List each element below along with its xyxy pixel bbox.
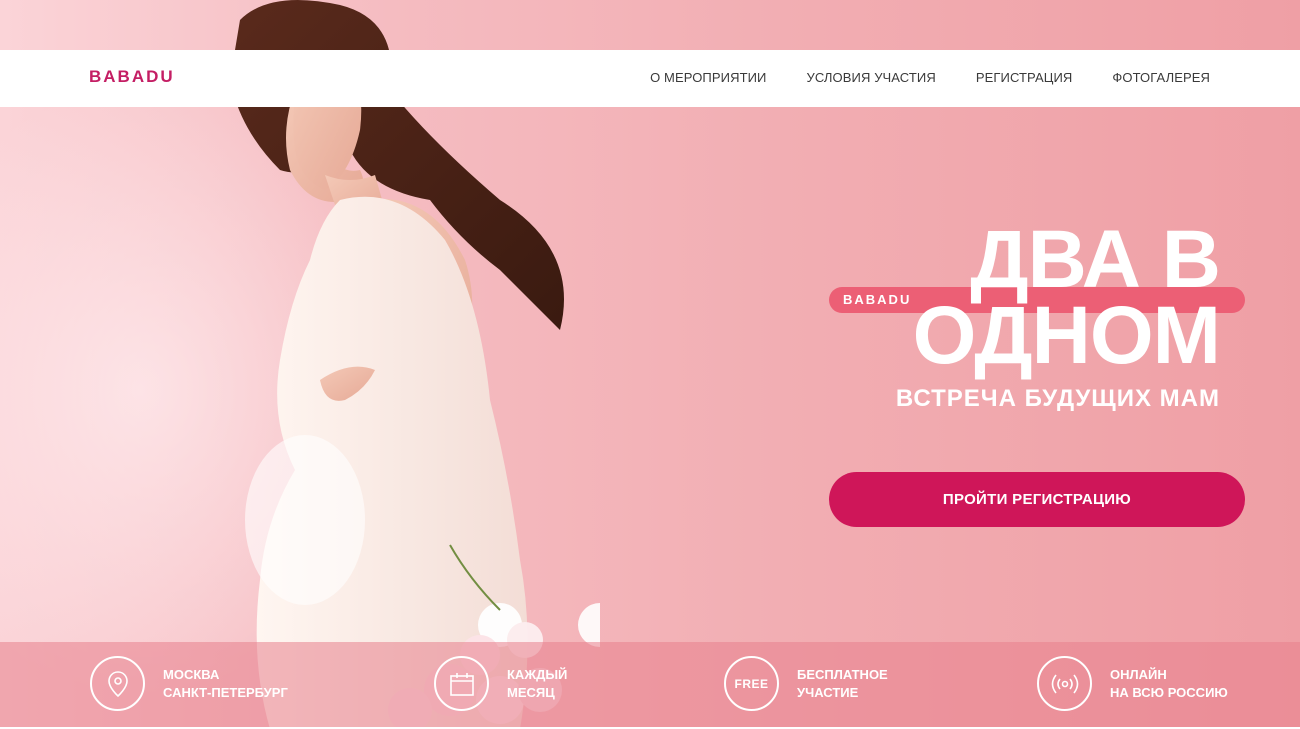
feature-online: ОНЛАЙН НА ВСЮ РОССИЮ <box>1037 656 1228 711</box>
feature-location-text: МОСКВА САНКТ-ПЕТЕРБУРГ <box>163 666 288 702</box>
feature-free-text: БЕСПЛАТНОЕ УЧАСТИЕ <box>797 666 888 702</box>
feature-location-line2: САНКТ-ПЕТЕРБУРГ <box>163 684 288 700</box>
logo-text: BABADU <box>89 67 175 86</box>
hero-title-line2: ОДНОМ <box>912 290 1221 381</box>
feature-online-line1: ОНЛАЙН <box>1110 666 1167 682</box>
feature-frequency-text: КАЖДЫЙ МЕСЯЦ <box>507 666 567 702</box>
hero-photo <box>230 0 600 729</box>
main-nav: О МЕРОПРИЯТИИ УСЛОВИЯ УЧАСТИЯ РЕГИСТРАЦИ… <box>650 70 1210 85</box>
feature-online-text: ОНЛАЙН НА ВСЮ РОССИЮ <box>1110 666 1228 702</box>
feature-frequency-line1: КАЖДЫЙ <box>507 666 568 682</box>
feature-free-line1: БЕСПЛАТНОЕ <box>797 666 888 682</box>
hero-subtitle: ВСТРЕЧА БУДУЩИХ МАМ <box>895 385 1220 412</box>
feature-frequency-line2: МЕСЯЦ <box>507 684 555 700</box>
broadcast-icon <box>1037 656 1092 711</box>
navbar: BABADU О МЕРОПРИЯТИИ УСЛОВИЯ УЧАСТИЯ РЕГ… <box>0 50 1300 107</box>
location-pin-icon <box>90 656 145 711</box>
feature-location: МОСКВА САНКТ-ПЕТЕРБУРГ <box>90 656 288 711</box>
hero-title: ДВА В ОДНОМ <box>912 214 1221 381</box>
brand-pill-logo: BABADU <box>843 292 912 307</box>
nav-item-gallery[interactable]: ФОТОГАЛЕРЕЯ <box>1112 70 1210 85</box>
feature-online-line2: НА ВСЮ РОССИЮ <box>1110 684 1228 700</box>
feature-free: FREE БЕСПЛАТНОЕ УЧАСТИЕ <box>724 656 888 711</box>
nav-item-registration[interactable]: РЕГИСТРАЦИЯ <box>976 70 1073 85</box>
free-badge-label: FREE <box>734 676 769 691</box>
logo[interactable]: BABADU <box>89 67 175 87</box>
register-button[interactable]: ПРОЙТИ РЕГИСТРАЦИЮ <box>829 472 1245 527</box>
feature-free-line2: УЧАСТИЕ <box>797 684 859 700</box>
calendar-icon <box>434 656 489 711</box>
feature-location-line1: МОСКВА <box>163 666 220 682</box>
free-badge-icon: FREE <box>724 656 779 711</box>
hero-title-line1: ДВА В <box>970 214 1221 305</box>
feature-frequency: КАЖДЫЙ МЕСЯЦ <box>434 656 567 711</box>
nav-item-about[interactable]: О МЕРОПРИЯТИИ <box>650 70 766 85</box>
nav-item-conditions[interactable]: УСЛОВИЯ УЧАСТИЯ <box>807 70 936 85</box>
